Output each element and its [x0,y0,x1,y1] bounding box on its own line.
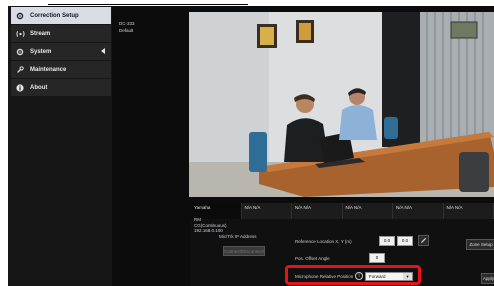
reference-location-label: Reference Location X, Y (m) [295,239,352,244]
tab-mic-3[interactable]: N/A N/A [292,203,343,219]
tab-ip: 192.168.0.100 [194,228,223,233]
sidebar-item-correction-setup[interactable]: Correction Setup [11,7,111,24]
sidebar-item-label: Stream [30,30,51,37]
apply-button[interactable]: Apply [481,273,494,284]
tab-label: N/A N/A [396,205,413,210]
sidebar-item-label: System [30,48,52,55]
sidebar-item-label: Maintenance [30,66,67,73]
pencil-icon [420,237,427,244]
connect-button[interactable]: Connect/Disconnect [223,246,265,256]
gear-icon [15,11,25,21]
camera-preview[interactable] [189,12,494,197]
top-underline [48,4,248,5]
tab-mic-2[interactable]: N/A N/A [241,203,292,219]
mic-tabs: Yamaha N/A N/A N/A N/A N/A N/A N/A N/A N… [191,203,494,219]
tab-details: RM CG(Continuous) 192.168.0.100 [194,217,227,234]
sidebar-item-maintenance[interactable]: Maintenance [11,61,111,78]
stream-icon [15,29,25,39]
tab-label: N/A N/A [446,205,463,210]
app-window: Correction Setup Stream System Maintenan… [8,6,494,286]
reference-y-field[interactable]: 0.0 [397,236,413,246]
device-model: DC-333 [119,21,135,26]
sidebar-item-label: About [30,84,48,91]
tab-label: N/A N/A [345,205,362,210]
tab-mic-6[interactable]: N/A N/A [443,203,494,219]
tab-label: N/A N/A [244,205,261,210]
mic-ip-label: Mic/Trk IP Address [219,234,257,239]
chevron-left-icon [101,48,105,54]
sidebar-item-stream[interactable]: Stream [11,25,111,42]
tab-mic-4[interactable]: N/A N/A [342,203,393,219]
tab-label: N/A N/A [295,205,312,210]
office-scene-image [189,12,494,197]
device-info: DC-333 Default [119,20,135,34]
zone-setup-button[interactable]: Zone Setup [466,239,494,250]
reference-x-field[interactable]: 0.0 [379,236,395,246]
highlight-box [285,265,421,285]
sidebar-item-label: Correction Setup [30,12,79,19]
edit-location-button[interactable] [418,235,429,246]
sidebar-item-system[interactable]: System [11,43,111,60]
wrench-icon [15,65,25,75]
sidebar: Correction Setup Stream System Maintenan… [8,6,112,286]
sidebar-item-about[interactable]: About [11,79,111,96]
device-name: Default [119,28,134,33]
settings-panel: Yamaha N/A N/A N/A N/A N/A N/A N/A N/A N… [191,203,494,286]
tab-label: Yamaha [194,205,211,210]
system-icon [15,47,25,57]
info-icon [15,83,25,93]
pos-offset-label: Pos. Offset Angle [295,256,330,261]
pos-offset-field[interactable]: 0 [369,253,385,263]
tab-mic-5[interactable]: N/A N/A [393,203,444,219]
